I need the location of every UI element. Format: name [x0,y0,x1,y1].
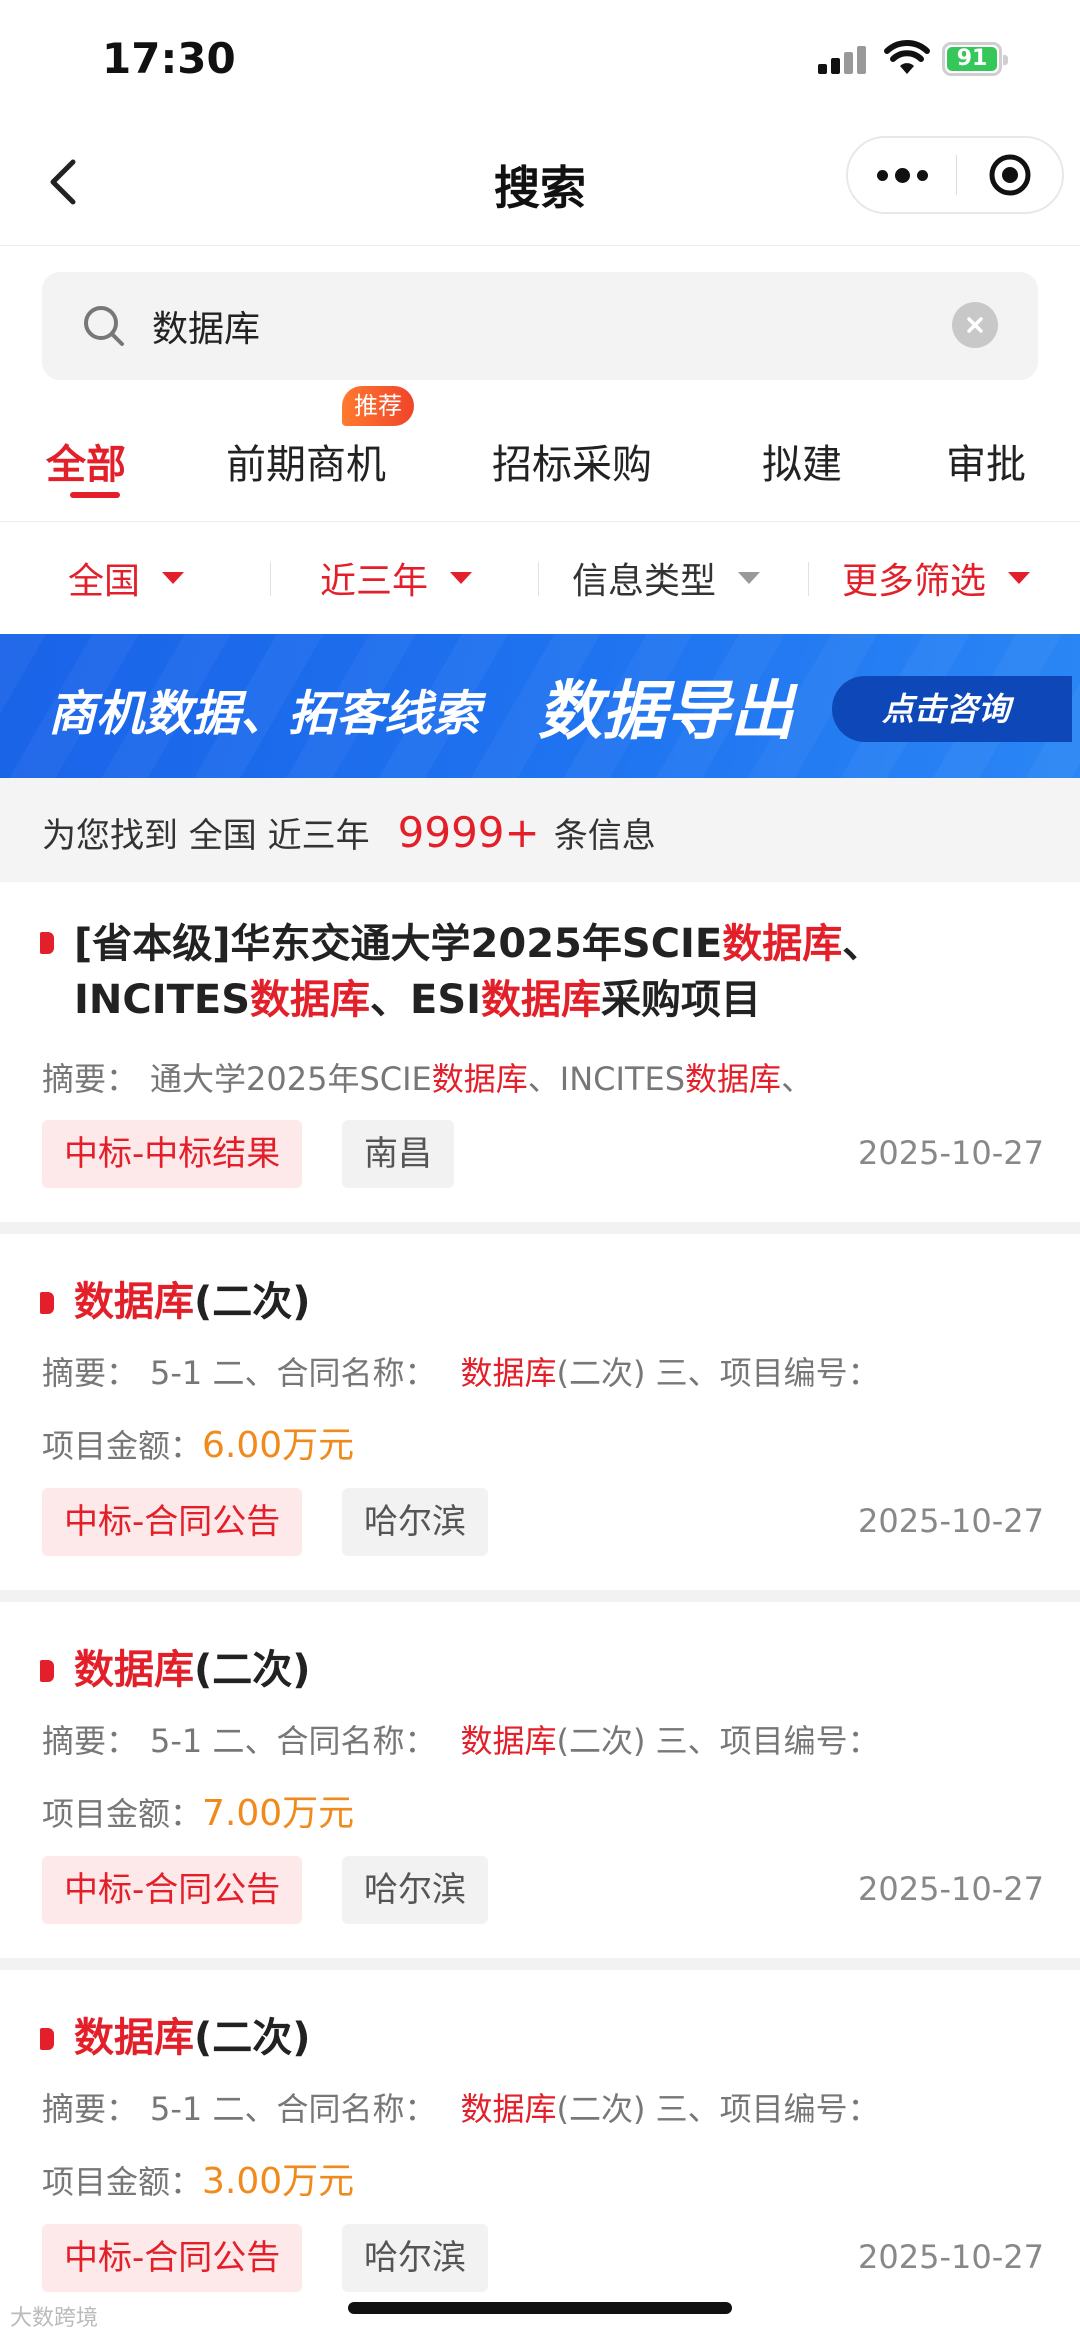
result-title[interactable]: [省本级]华东交通大学2025年SCIE数据库、INCITES数据库、ESI数据… [74,916,1040,1028]
nav-bar: 搜索 [0,120,1080,246]
flag-icon [40,1292,54,1314]
status-time: 17:30 [102,34,236,83]
home-indicator[interactable] [348,2302,732,2314]
category-tabs: 全部 前期商机 推荐 招标采购 拟建 审批 [0,386,1080,522]
status-tag: 中标-中标结果 [42,1120,303,1188]
result-amount: 项目金额：6.00万元 [42,1425,355,1466]
result-card[interactable]: 数据库(二次) 摘要： 5-1 二、合同名称： 数据库(二次) 三、项目编号： 项目… [0,1970,1080,2337]
flag-icon [40,2028,54,2050]
result-title[interactable]: 数据库(二次) [74,1642,1040,1698]
search-box [42,272,1038,380]
search-input[interactable] [152,272,952,380]
filter-time-range[interactable]: 近三年 [320,552,473,604]
tab-all[interactable]: 全部 [46,432,126,490]
result-abstract: 摘要： 5-1 二、合同名称： 数据库(二次) 三、项目编号： [42,1354,880,1392]
mini-program-capsule [846,136,1064,214]
region-tag: 哈尔滨 [342,1488,488,1556]
filter-more[interactable]: 更多筛选 [842,552,1031,604]
region-tag: 哈尔滨 [342,1856,488,1924]
consult-button[interactable]: 点击咨询 [832,676,1072,742]
more-dots-icon [876,169,888,181]
battery-level: 91 [947,47,997,71]
search-icon [84,306,124,346]
filter-info-type-label: 信息类型 [572,561,717,602]
result-card[interactable]: 数据库(二次) 摘要： 5-1 二、合同名称： 数据库(二次) 三、项目编号： 项目… [0,1602,1080,1958]
cellular-signal-icon [818,46,870,74]
clear-search-button[interactable] [952,302,998,348]
tab-early-opportunities[interactable]: 前期商机 [226,432,386,490]
summary-suffix: 条信息 [553,816,656,856]
result-title[interactable]: 数据库(二次) [74,1274,1040,1330]
result-date: 2025-10-27 [858,1134,1044,1172]
close-mini-program-button[interactable] [957,138,1062,212]
result-abstract: 摘要： 通大学2025年SCIE数据库、INCITES数据库、 [42,1060,814,1098]
result-date: 2025-10-27 [858,2238,1044,2276]
close-icon [967,317,983,333]
filter-region[interactable]: 全国 [68,552,185,604]
region-tag: 南昌 [342,1120,454,1188]
more-button[interactable] [848,138,956,212]
result-abstract: 摘要： 5-1 二、合同名称： 数据库(二次) 三、项目编号： [42,2090,880,2128]
target-circle-icon [989,154,1030,196]
recommend-badge: 推荐 [342,386,414,426]
caret-down-icon [162,572,185,584]
watermark: 大数跨境 [10,2306,99,2331]
battery-icon: 91 [942,42,1008,76]
filter-region-label: 全国 [68,561,141,602]
filter-info-type[interactable]: 信息类型 [572,552,761,604]
result-date: 2025-10-27 [858,1502,1044,1540]
caret-down-icon [1008,572,1031,584]
filter-time-range-label: 近三年 [320,561,429,602]
tab-bidding-procurement[interactable]: 招标采购 [492,432,652,490]
flag-icon [40,932,54,954]
banner-text: 商机数据、拓客线索 [48,686,481,742]
tab-approval[interactable]: 审批 [946,432,1026,490]
search-area [0,246,1080,386]
status-tag: 中标-合同公告 [42,1856,303,1924]
region-tag: 哈尔滨 [342,2224,488,2292]
result-title[interactable]: 数据库(二次) [74,2010,1040,2066]
result-card[interactable]: 数据库(二次) 摘要： 5-1 二、合同名称： 数据库(二次) 三、项目编号： 项目… [0,1234,1080,1590]
result-abstract: 摘要： 5-1 二、合同名称： 数据库(二次) 三、项目编号： [42,1722,880,1760]
result-card[interactable]: [省本级]华东交通大学2025年SCIE数据库、INCITES数据库、ESI数据… [0,882,1080,1222]
result-summary: 为您找到 全国 近三年 9999+ 条信息 [0,778,1080,882]
status-tag: 中标-合同公告 [42,1488,303,1556]
summary-prefix: 为您找到 全国 近三年 [42,816,370,856]
tab-proposed[interactable]: 拟建 [762,432,842,490]
active-tab-indicator [70,492,120,498]
caret-down-icon [450,572,473,584]
promo-banner[interactable]: 商机数据、拓客线索 数据导出 点击咨询 [0,634,1080,778]
result-amount: 项目金额：7.00万元 [42,1793,355,1834]
filter-more-label: 更多筛选 [842,561,987,602]
caret-down-icon [738,572,761,584]
filter-bar: 全国 近三年 信息类型 更多筛选 [0,522,1080,634]
result-count: 9999+ [397,808,540,857]
wifi-icon [884,40,930,74]
result-date: 2025-10-27 [858,1870,1044,1908]
flag-icon [40,1660,54,1682]
status-tag: 中标-合同公告 [42,2224,303,2292]
status-bar: 17:30 91 [0,0,1080,120]
banner-headline: 数据导出 [538,675,794,749]
result-amount: 项目金额：3.00万元 [42,2161,355,2202]
